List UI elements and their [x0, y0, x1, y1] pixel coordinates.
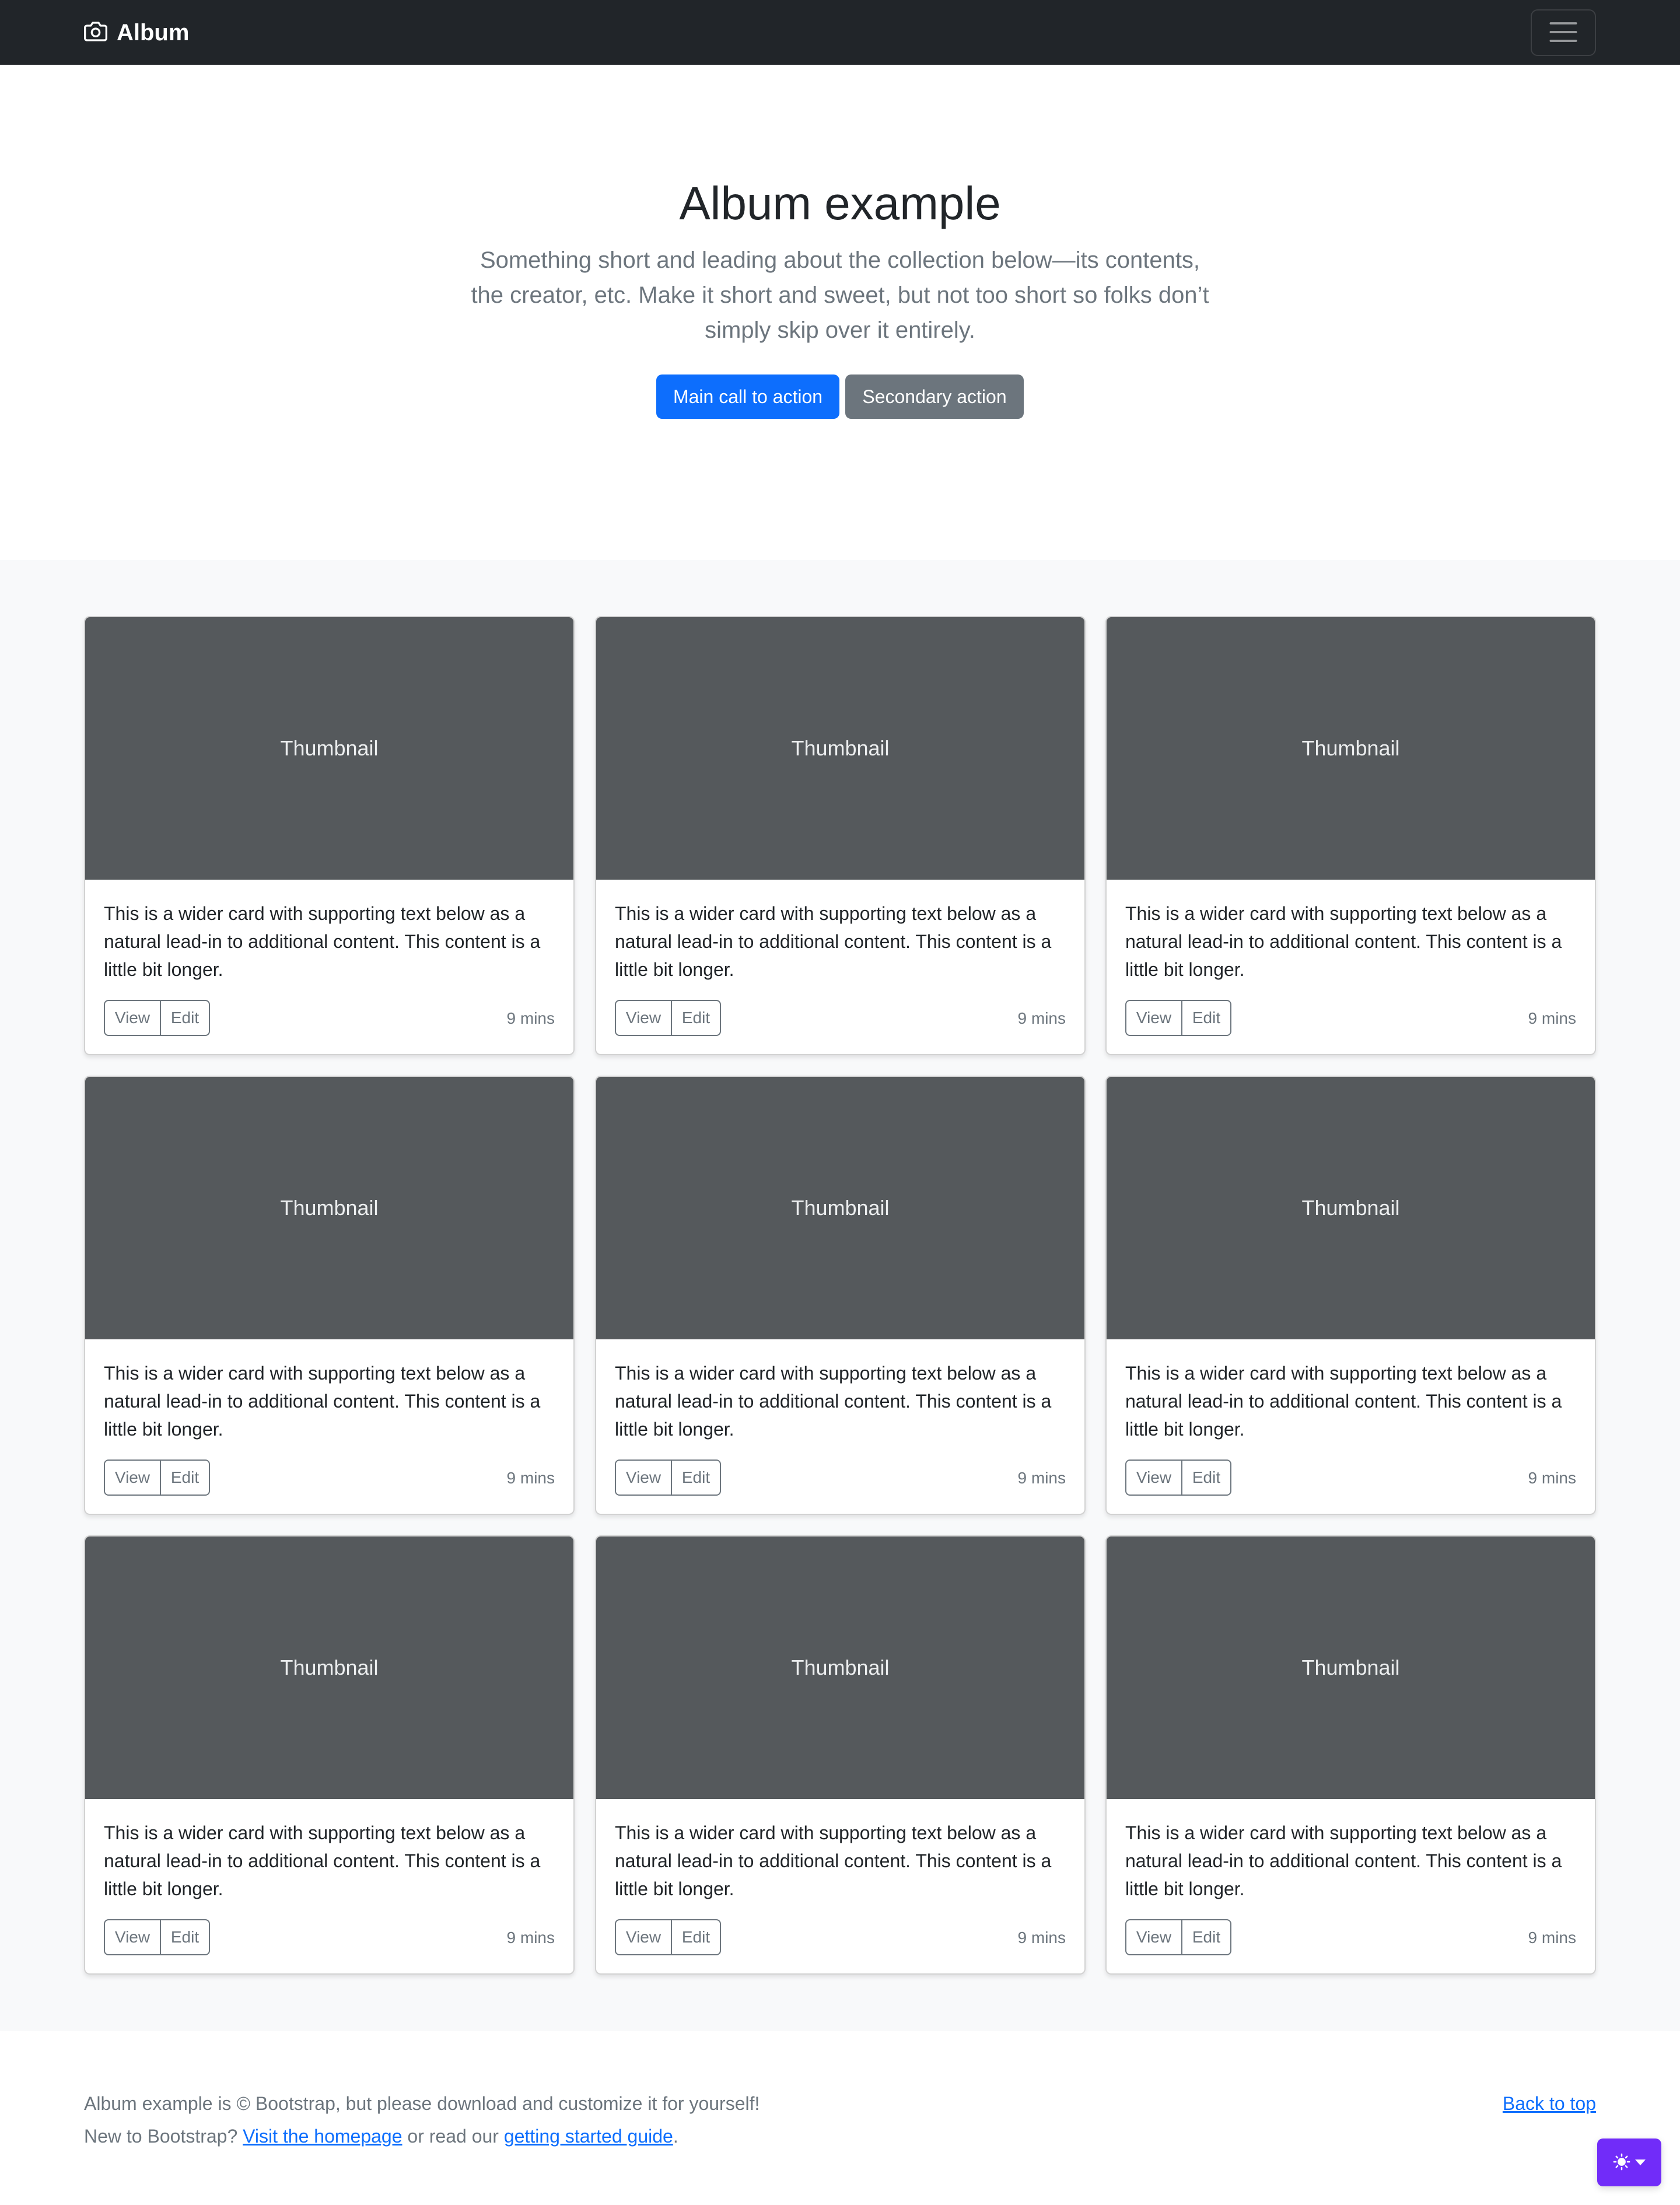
card-text: This is a wider card with supporting tex… — [615, 903, 1052, 980]
view-button[interactable]: View — [1125, 1460, 1182, 1496]
thumbnail-image: Thumbnail — [85, 1536, 573, 1799]
album-card: Thumbnail This is a wider card with supp… — [84, 1535, 575, 1975]
main-call-to-action-button[interactable]: Main call to action — [656, 374, 839, 419]
card-text: This is a wider card with supporting tex… — [615, 1363, 1052, 1440]
thumbnail-image: Thumbnail — [85, 617, 573, 880]
card-time: 9 mins — [506, 1009, 555, 1027]
footer-copyright-text: Album example is © Bootstrap, but please… — [84, 2093, 760, 2114]
card-text: This is a wider card with supporting tex… — [1125, 1363, 1562, 1440]
card-time: 9 mins — [1528, 1469, 1576, 1487]
card-time: 9 mins — [1017, 1929, 1066, 1947]
view-button[interactable]: View — [104, 1460, 161, 1496]
edit-button[interactable]: Edit — [672, 1000, 721, 1036]
secondary-action-button[interactable]: Secondary action — [845, 374, 1024, 419]
footer-help-text: New to Bootstrap? Visit the homepage or … — [84, 2122, 678, 2150]
edit-button[interactable]: Edit — [1182, 1460, 1231, 1496]
brand-title: Album — [117, 19, 190, 46]
view-button[interactable]: View — [615, 1919, 672, 1955]
thumbnail-image: Thumbnail — [1107, 1077, 1595, 1339]
footer-middle-text: or read our — [402, 2126, 504, 2147]
card-time: 9 mins — [1017, 1009, 1066, 1027]
album-card: Thumbnail This is a wider card with supp… — [1105, 616, 1596, 1055]
page-title: Album example — [679, 177, 1001, 229]
card-button-group: View Edit — [615, 1000, 721, 1036]
card-button-group: View Edit — [104, 1000, 210, 1036]
card-time: 9 mins — [1528, 1009, 1576, 1027]
card-button-group: View Edit — [1125, 1919, 1231, 1955]
theme-toggle-button[interactable] — [1597, 2138, 1661, 2186]
view-button[interactable]: View — [104, 1919, 161, 1955]
view-button[interactable]: View — [615, 1000, 672, 1036]
navbar: Album — [0, 0, 1680, 65]
card-time: 9 mins — [506, 1929, 555, 1947]
card-button-group: View Edit — [615, 1919, 721, 1955]
footer-suffix-text: . — [673, 2126, 678, 2147]
card-time: 9 mins — [506, 1469, 555, 1487]
card-button-group: View Edit — [615, 1460, 721, 1496]
thumbnail-image: Thumbnail — [1107, 617, 1595, 880]
card-button-group: View Edit — [104, 1919, 210, 1955]
getting-started-guide-link[interactable]: getting started guide — [504, 2126, 673, 2147]
album-card: Thumbnail This is a wider card with supp… — [595, 1535, 1086, 1975]
hero-buttons: Main call to action Secondary action — [0, 374, 1680, 419]
edit-button[interactable]: Edit — [161, 1919, 210, 1955]
sun-icon — [1613, 2153, 1630, 2172]
brand-link[interactable]: Album — [84, 18, 189, 48]
thumbnail-image: Thumbnail — [85, 1077, 573, 1339]
card-time: 9 mins — [1017, 1469, 1066, 1487]
edit-button[interactable]: Edit — [672, 1460, 721, 1496]
thumbnail-image: Thumbnail — [1107, 1536, 1595, 1799]
edit-button[interactable]: Edit — [161, 1460, 210, 1496]
card-button-group: View Edit — [1125, 1000, 1231, 1036]
footer-prefix-text: New to Bootstrap? — [84, 2126, 243, 2147]
view-button[interactable]: View — [615, 1460, 672, 1496]
card-text: This is a wider card with supporting tex… — [104, 903, 541, 980]
album-card: Thumbnail This is a wider card with supp… — [595, 616, 1086, 1055]
hero-section: Album example Something short and leadin… — [0, 65, 1680, 560]
hero-lead-text: Something short and leading about the co… — [471, 247, 1209, 343]
edit-button[interactable]: Edit — [161, 1000, 210, 1036]
album-card: Thumbnail This is a wider card with supp… — [84, 616, 575, 1055]
back-to-top-link[interactable]: Back to top — [1503, 2090, 1596, 2118]
card-text: This is a wider card with supporting tex… — [1125, 903, 1562, 980]
card-text: This is a wider card with supporting tex… — [104, 1363, 541, 1440]
card-time: 9 mins — [1528, 1929, 1576, 1947]
album-section: Thumbnail This is a wider card with supp… — [0, 560, 1680, 2031]
chevron-down-icon — [1635, 2160, 1646, 2165]
thumbnail-image: Thumbnail — [596, 1077, 1084, 1339]
card-text: This is a wider card with supporting tex… — [1125, 1822, 1562, 1899]
camera-icon — [84, 20, 117, 46]
thumbnail-image: Thumbnail — [596, 1536, 1084, 1799]
card-button-group: View Edit — [104, 1460, 210, 1496]
view-button[interactable]: View — [1125, 1000, 1182, 1036]
album-card: Thumbnail This is a wider card with supp… — [1105, 1535, 1596, 1975]
album-card: Thumbnail This is a wider card with supp… — [1105, 1076, 1596, 1515]
view-button[interactable]: View — [104, 1000, 161, 1036]
navbar-toggler-button[interactable] — [1531, 9, 1596, 56]
card-button-group: View Edit — [1125, 1460, 1231, 1496]
card-text: This is a wider card with supporting tex… — [104, 1822, 541, 1899]
album-card: Thumbnail This is a wider card with supp… — [595, 1076, 1086, 1515]
card-text: This is a wider card with supporting tex… — [615, 1822, 1052, 1899]
view-button[interactable]: View — [1125, 1919, 1182, 1955]
edit-button[interactable]: Edit — [1182, 1919, 1231, 1955]
hamburger-menu-icon — [1548, 20, 1578, 46]
edit-button[interactable]: Edit — [672, 1919, 721, 1955]
edit-button[interactable]: Edit — [1182, 1000, 1231, 1036]
thumbnail-image: Thumbnail — [596, 617, 1084, 880]
visit-homepage-link[interactable]: Visit the homepage — [243, 2126, 402, 2147]
footer: Album example is © Bootstrap, but please… — [0, 2031, 1680, 2205]
album-card: Thumbnail This is a wider card with supp… — [84, 1076, 575, 1515]
